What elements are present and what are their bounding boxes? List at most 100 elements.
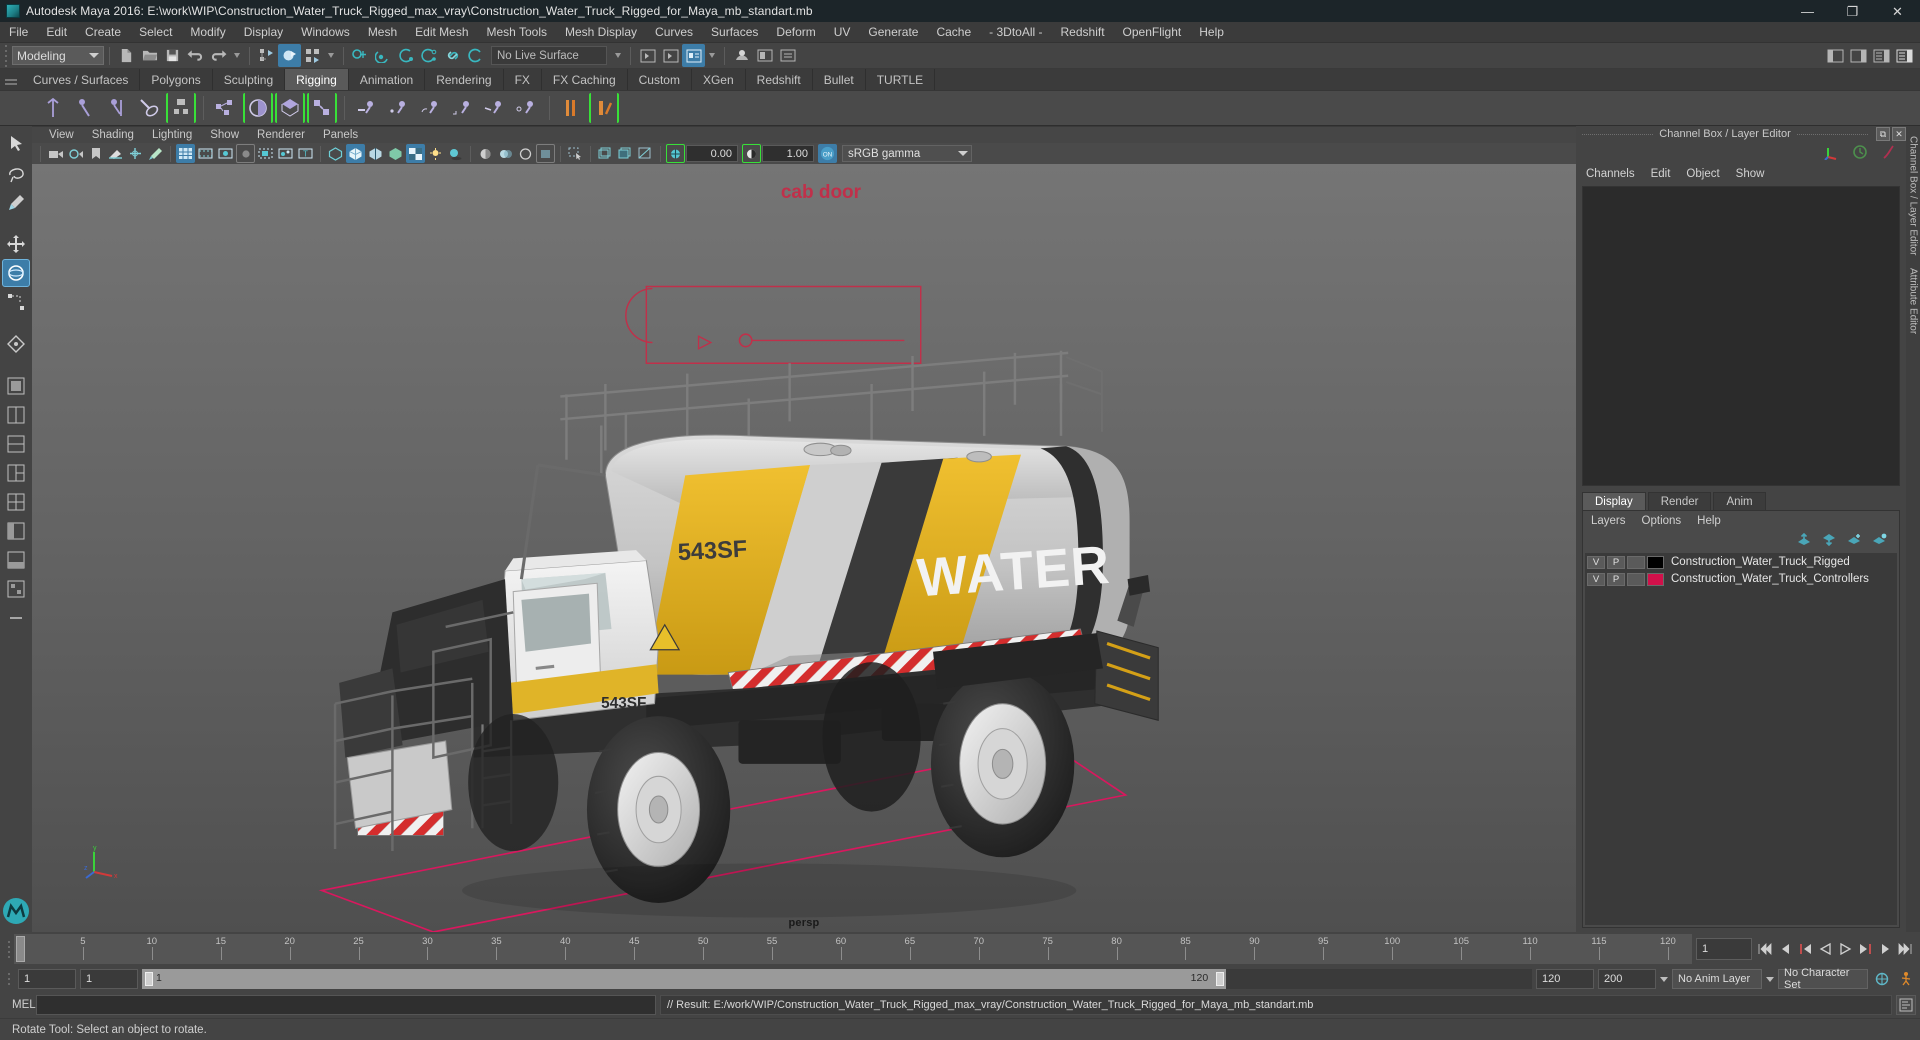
shadows-icon[interactable] bbox=[446, 144, 465, 163]
go-to-end-button[interactable] bbox=[1896, 938, 1914, 960]
layer-tab-anim[interactable]: Anim bbox=[1713, 492, 1766, 510]
chevron-down-icon[interactable] bbox=[1766, 976, 1774, 982]
step-forward-keyframe-button[interactable] bbox=[1876, 938, 1894, 960]
redo-button[interactable] bbox=[207, 44, 230, 67]
depth-of-field-icon[interactable] bbox=[536, 144, 555, 163]
exposure-value-field[interactable]: 0.00 bbox=[686, 145, 738, 162]
toolbar-collapse-arrow[interactable] bbox=[615, 53, 621, 58]
shelf-tab-xgen[interactable]: XGen bbox=[691, 69, 746, 90]
play-forwards-button[interactable] bbox=[1836, 938, 1854, 960]
layer-type-toggle[interactable] bbox=[1627, 572, 1645, 586]
texture-shading-icon[interactable] bbox=[406, 144, 425, 163]
layout-single-pane-button[interactable] bbox=[2, 372, 30, 400]
channelbox-menu-object[interactable]: Object bbox=[1686, 168, 1719, 180]
menu-help[interactable]: Help bbox=[1190, 22, 1233, 43]
menu-edit[interactable]: Edit bbox=[37, 22, 76, 43]
toggle-tool-settings-button[interactable] bbox=[1870, 44, 1893, 67]
menu-curves[interactable]: Curves bbox=[646, 22, 702, 43]
grease-pencil-icon[interactable] bbox=[146, 144, 165, 163]
twoD-pan-zoom-icon[interactable] bbox=[126, 144, 145, 163]
menuset-selector[interactable]: Modeling bbox=[12, 46, 104, 65]
playback-start-time-field[interactable]: 1 bbox=[80, 969, 138, 989]
orient-constraint-button[interactable] bbox=[416, 93, 446, 123]
toggle-gate-mask-icon[interactable] bbox=[236, 144, 255, 163]
menu-redshift[interactable]: Redshift bbox=[1052, 22, 1114, 43]
menu-mesh[interactable]: Mesh bbox=[359, 22, 406, 43]
exposure-toggle-icon[interactable] bbox=[666, 144, 685, 163]
anim-start-time-field[interactable]: 1 bbox=[18, 969, 76, 989]
viewport-menu-shading[interactable]: Shading bbox=[83, 127, 143, 144]
show-hypershade-button[interactable] bbox=[682, 44, 705, 67]
create-control-button[interactable] bbox=[166, 93, 196, 123]
anim-layer-selector[interactable]: No Anim Layer bbox=[1672, 969, 1762, 989]
toggle-film-gate-icon[interactable] bbox=[196, 144, 215, 163]
paint-select-tool-button[interactable] bbox=[2, 188, 30, 216]
toggle-channel-box-button[interactable] bbox=[1893, 44, 1916, 67]
toggle-xray-joints-icon[interactable] bbox=[276, 144, 295, 163]
vertical-tab-channel-box[interactable]: Channel Box / Layer Editor bbox=[1908, 130, 1919, 262]
image-based-lighting-icon[interactable] bbox=[596, 144, 615, 163]
menu-display[interactable]: Display bbox=[235, 22, 292, 43]
smooth-shade-all-icon[interactable] bbox=[346, 144, 365, 163]
last-tool-used-button[interactable] bbox=[2, 330, 30, 358]
camera-settings-icon[interactable] bbox=[66, 144, 85, 163]
current-frame-field[interactable]: 1 bbox=[1696, 938, 1752, 960]
layout-two-pane-side-button[interactable] bbox=[2, 401, 30, 429]
channelbox-menu-show[interactable]: Show bbox=[1736, 168, 1765, 180]
range-slider-grip[interactable] bbox=[4, 964, 14, 994]
create-joint-tool-button[interactable] bbox=[38, 93, 68, 123]
menu-windows[interactable]: Windows bbox=[292, 22, 359, 43]
menu-generate[interactable]: Generate bbox=[859, 22, 927, 43]
scale-constraint-button[interactable] bbox=[448, 93, 478, 123]
menu-mesh-tools[interactable]: Mesh Tools bbox=[478, 22, 556, 43]
toggle-attribute-editor-button[interactable] bbox=[1847, 44, 1870, 67]
shelf-tab-animation[interactable]: Animation bbox=[348, 69, 426, 90]
pole-vector-constraint-button[interactable] bbox=[512, 93, 542, 123]
script-editor-button[interactable] bbox=[1896, 995, 1916, 1015]
undo-button[interactable] bbox=[184, 44, 207, 67]
new-layer-icon[interactable] bbox=[1847, 533, 1862, 549]
viewport-menu-lighting[interactable]: Lighting bbox=[143, 127, 201, 144]
menu-deform[interactable]: Deform bbox=[767, 22, 824, 43]
layout-persp-outliner-button[interactable] bbox=[2, 517, 30, 545]
layout-three-pane-button[interactable] bbox=[2, 459, 30, 487]
shelf-tab-polygons[interactable]: Polygons bbox=[140, 69, 213, 90]
shelf-tab-fx-caching[interactable]: FX Caching bbox=[541, 69, 628, 90]
layout-four-pane-button[interactable] bbox=[2, 488, 30, 516]
flat-shade-icon[interactable] bbox=[386, 144, 405, 163]
color-management-toggle-icon[interactable]: ON bbox=[818, 144, 837, 163]
toolbar-collapse-arrow[interactable] bbox=[328, 53, 334, 58]
use-all-lights-icon[interactable] bbox=[426, 144, 445, 163]
menu-openflight[interactable]: OpenFlight bbox=[1114, 22, 1191, 43]
play-backwards-button[interactable] bbox=[1816, 938, 1834, 960]
parent-constraint-button[interactable] bbox=[352, 93, 382, 123]
render-settings-button[interactable] bbox=[776, 44, 799, 67]
layer-playback-toggle[interactable]: P bbox=[1607, 572, 1625, 586]
snap-to-view-plane-button[interactable] bbox=[441, 44, 464, 67]
channel-box-content[interactable] bbox=[1582, 186, 1900, 486]
layer-row[interactable]: V P Construction_Water_Truck_Rigged bbox=[1585, 554, 1897, 570]
select-by-hierarchy-button[interactable] bbox=[255, 44, 278, 67]
range-slider-track[interactable]: 1 120 bbox=[142, 969, 1532, 989]
chevron-down-icon[interactable] bbox=[1660, 976, 1668, 982]
menu-uv[interactable]: UV bbox=[825, 22, 860, 43]
move-layer-down-icon[interactable] bbox=[1822, 533, 1837, 549]
dock-float-button[interactable]: ⧉ bbox=[1876, 127, 1890, 141]
aim-constraint-button[interactable] bbox=[480, 93, 510, 123]
step-back-frame-button[interactable] bbox=[1796, 938, 1814, 960]
step-back-keyframe-button[interactable] bbox=[1776, 938, 1794, 960]
image-plane-icon[interactable] bbox=[106, 144, 125, 163]
rotate-tool-button[interactable] bbox=[2, 259, 30, 287]
viewport-menu-view[interactable]: View bbox=[40, 127, 83, 144]
wireframe-shading-icon[interactable] bbox=[326, 144, 345, 163]
toggle-xray-icon[interactable] bbox=[256, 144, 275, 163]
select-tool-button[interactable] bbox=[2, 130, 30, 158]
create-cluster-button[interactable] bbox=[307, 93, 337, 123]
toolbar-collapse-arrow[interactable] bbox=[709, 53, 715, 58]
bind-skin-button[interactable] bbox=[211, 93, 241, 123]
snap-to-point-button[interactable] bbox=[395, 44, 418, 67]
new-layer-from-selected-icon[interactable] bbox=[1872, 533, 1887, 549]
toggle-grid-icon[interactable] bbox=[176, 144, 195, 163]
blend-shape-button[interactable] bbox=[557, 93, 587, 123]
isolate-select-icon[interactable] bbox=[566, 144, 585, 163]
